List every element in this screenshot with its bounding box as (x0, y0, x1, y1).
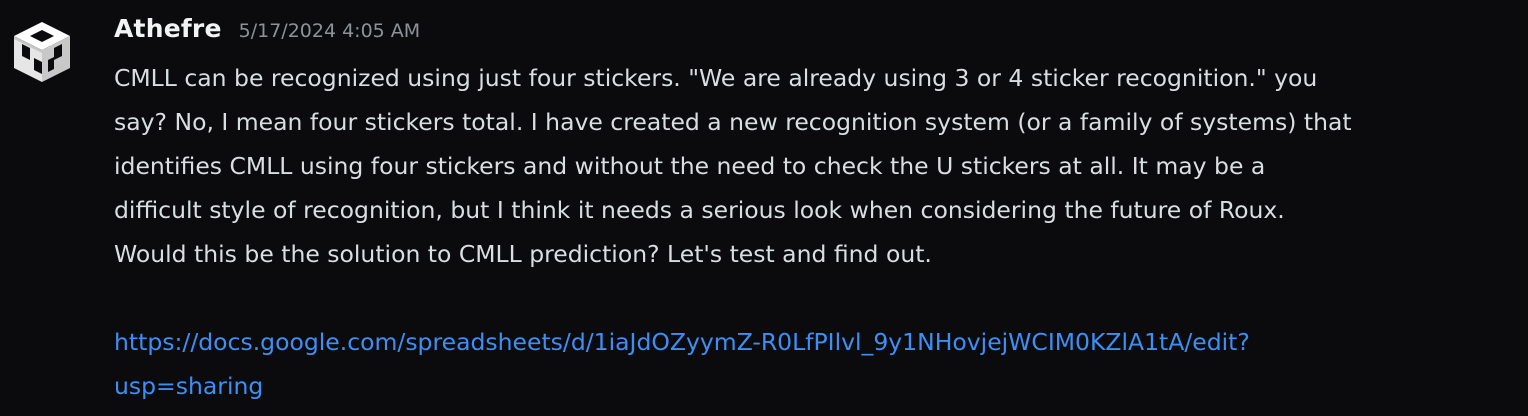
message-line: Would this be the solution to CMLL predi… (114, 240, 932, 268)
spreadsheet-link[interactable]: https://docs.google.com/spreadsheets/d/1… (114, 320, 1519, 364)
message-line: difficult style of recognition, but I th… (114, 196, 1285, 224)
message-line: CMLL can be recognized using just four s… (114, 64, 1318, 92)
link-text-line2: usp=sharing (114, 372, 264, 400)
message-header: Athefre 5/17/2024 4:05 AM (114, 14, 420, 50)
cube-logo-icon (14, 22, 70, 82)
message-line: identifies CMLL using four stickers and … (114, 152, 1266, 180)
chat-message: Athefre 5/17/2024 4:05 AM CMLL can be re… (0, 0, 1528, 416)
timestamp[interactable]: 5/17/2024 4:05 AM (239, 20, 421, 42)
message-content: CMLL can be recognized using just four s… (114, 56, 1519, 408)
username[interactable]: Athefre (114, 14, 222, 43)
spreadsheet-link-continued[interactable]: usp=sharing (114, 364, 1519, 408)
avatar[interactable] (10, 20, 74, 84)
message-line: say? No, I mean four stickers total. I h… (114, 108, 1352, 136)
link-text-line1: https://docs.google.com/spreadsheets/d/1… (114, 328, 1250, 356)
